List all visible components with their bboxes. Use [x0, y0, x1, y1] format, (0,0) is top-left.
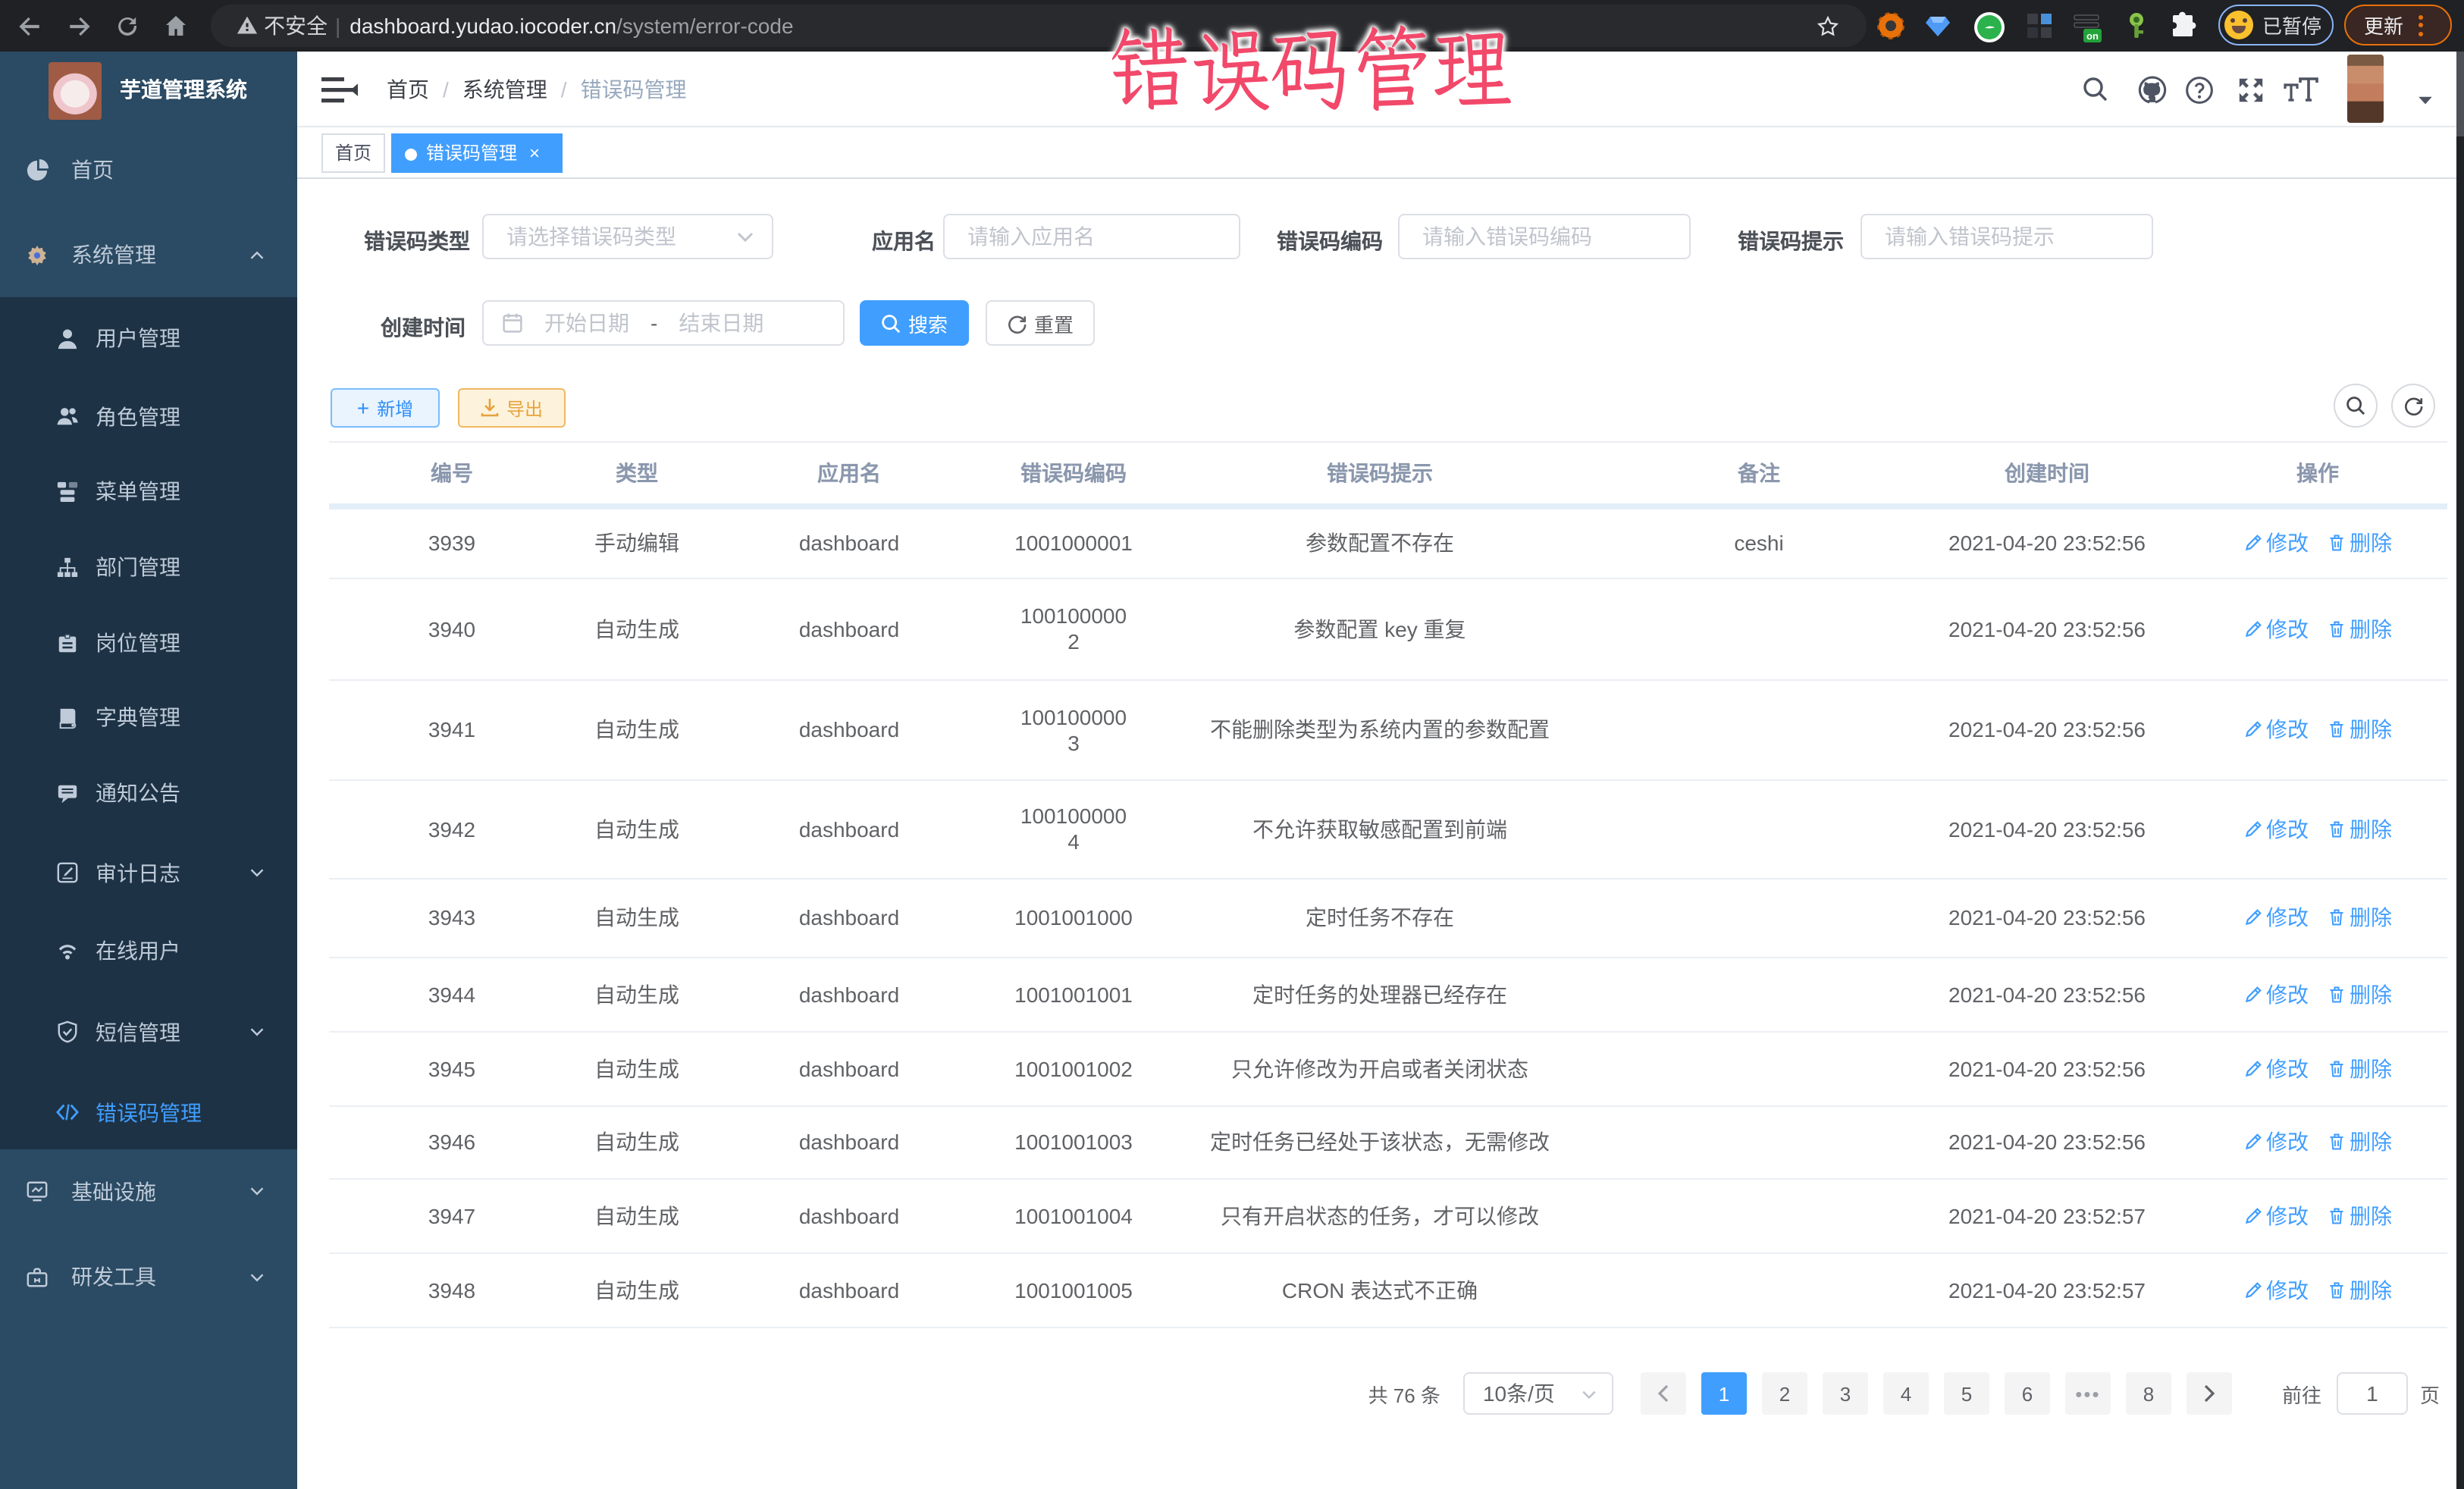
svg-text:on: on: [2086, 30, 2099, 42]
